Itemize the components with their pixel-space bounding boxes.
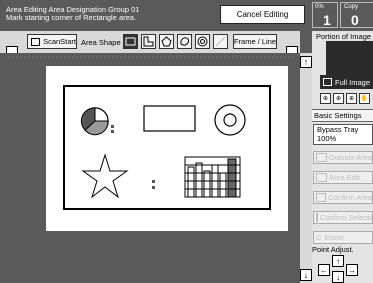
tray-setting[interactable]: Bypass Tray 100% [313,124,373,145]
tray-zoom: 100% [317,134,337,143]
shape-l-button[interactable] [141,34,156,49]
scan-icon [31,37,41,46]
erase-button[interactable]: C Erase [313,231,373,244]
erase-label: Erase [324,233,345,242]
ruler [8,56,296,58]
header-bar: Area Editing Area Designation Group 01 M… [0,0,373,30]
adjust-right-button[interactable]: → [346,264,358,276]
zoom-percent-box: 0% 1 [312,2,338,28]
hand-tool-button[interactable]: ✋ [359,93,370,104]
star-graphic [81,153,129,199]
area-shape-label: Area Shape [81,38,121,47]
full-image-label: Full Image [335,77,371,87]
arrow-down-icon: ↓ [336,272,340,282]
shape-rectangle-button[interactable] [123,34,138,49]
adjust-down-button[interactable]: ↓ [332,271,344,283]
arrow-up-icon: ↑ [336,256,340,266]
copies-value: 0 [351,12,359,28]
arrow-up-icon: ↑ [303,57,309,67]
portion-of-image-label: Portion of Image [316,32,372,41]
shape-line-button[interactable] [213,34,228,49]
confirm-area-icon [316,193,327,202]
scan-start-button[interactable]: ScanStart [27,34,77,49]
bar-chart-graphic [184,156,241,198]
right-panel: Portion of Image Full Image ⊕ ⊕ ⊕ ✋ Basi… [312,31,373,283]
vertical-scroll-strip: ↑ ↓ [300,53,312,283]
image-icon [323,78,332,86]
confirm-selection-icon [316,213,318,222]
shape-freehand-button[interactable] [177,34,192,49]
shape-polygon-button[interactable] [159,34,174,49]
arrow-right-icon: → [348,265,356,275]
zoom-area-button[interactable]: ⊕ [346,93,357,104]
area-edit-icon [316,173,327,182]
arrow-down-icon: ↓ [303,270,309,280]
cancel-editing-button[interactable]: Cancel Editing [220,5,305,24]
circle-graphic [214,104,246,136]
zoom-in-button[interactable]: ⊕ [333,93,344,104]
zoom-in-icon: ⊕ [335,96,342,102]
original-content [80,104,246,199]
confirm-selection-label: Confirm Selection [320,213,372,222]
zoom-area-icon: ⊕ [348,96,355,102]
erase-icon: C [316,233,322,242]
l-shape-icon [143,36,154,47]
toolbar: ← ScanStart Area Shape Frame / Line → [0,31,300,58]
basic-settings-tab[interactable]: Basic Settings [312,109,373,122]
pie-graphic [80,107,114,136]
area-edit-button[interactable]: Area Edit [313,171,373,184]
copies-label: Copy [344,4,359,10]
portion-preview[interactable] [326,41,373,75]
adjust-left-button[interactable]: ← [318,264,330,276]
shape-sphere-button[interactable] [195,34,210,49]
freehand-icon [180,37,189,46]
hand-icon: ✋ [360,96,369,102]
sphere-icon [197,36,208,47]
frame-line-button[interactable]: Frame / Line [233,34,277,49]
copies-box: Copy 0 [340,2,373,28]
confirm-area-button[interactable]: Confirm Area [313,191,373,204]
arrow-left-icon: ← [320,265,328,275]
tray-name: Bypass Tray [317,125,359,134]
polygon-icon [161,36,172,47]
adjust-up-button[interactable]: ↑ [332,255,344,267]
full-image-button[interactable]: Full Image [320,75,373,89]
percent-symbol: 0% [315,4,324,10]
percent-value: 1 [323,12,331,28]
scroll-down-button[interactable]: ↓ [300,269,312,281]
zoom-out-button[interactable]: ⊕ [320,93,331,104]
zoom-out-icon: ⊕ [322,96,329,102]
rectangle-icon [125,37,136,46]
point-adjust-label: Point Adjust. [312,245,354,254]
confirm-area-label: Confirm Area [328,193,372,202]
confirm-selection-button[interactable]: Confirm Selection [313,211,373,224]
line-icon [215,36,226,47]
area-edit-label: Area Edit [329,173,360,182]
outside-area-label: Outside Area [328,153,372,162]
rectangle-graphic [143,105,196,132]
outside-area-icon [316,153,327,162]
dots-graphic [152,180,155,189]
instruction-text: Mark starting corner of Rectangle area. [6,13,137,22]
original-frame [63,85,271,210]
outside-area-button[interactable]: Outside Area [313,151,373,164]
scroll-up-button[interactable]: ↑ [300,56,312,68]
scan-start-label: ScanStart [43,37,76,46]
